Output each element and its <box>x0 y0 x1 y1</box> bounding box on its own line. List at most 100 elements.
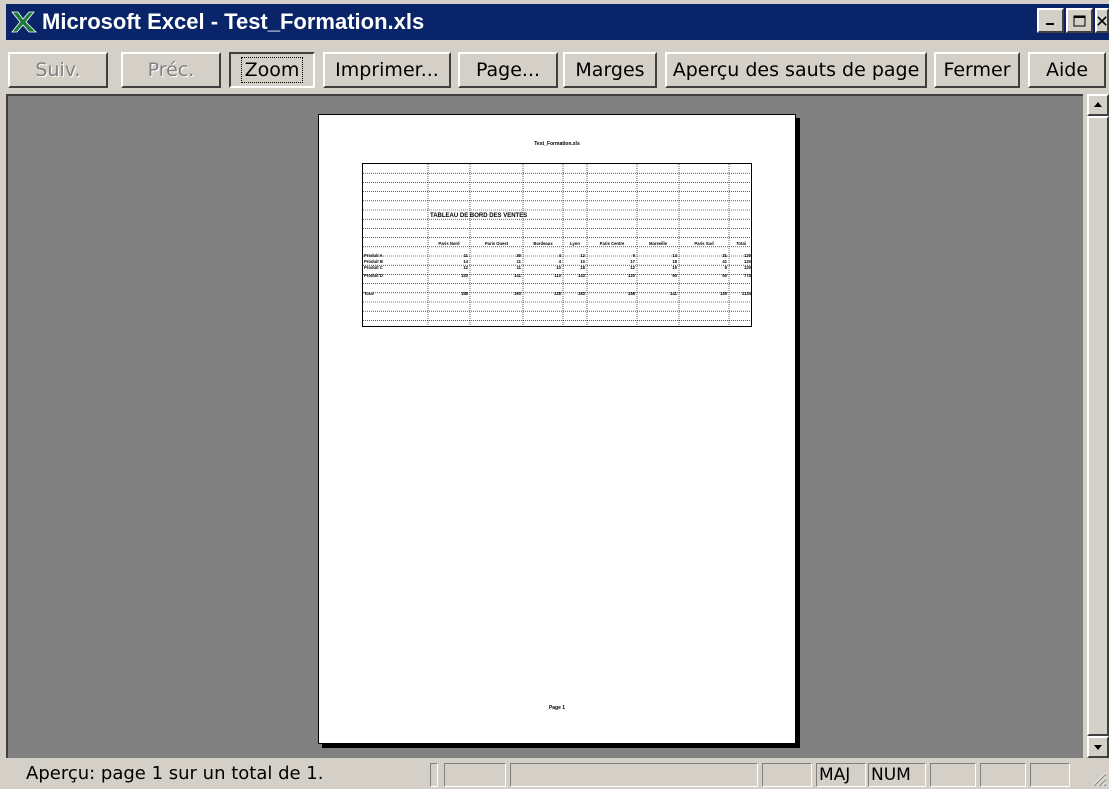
excel-window: Microsoft Excel - Test_Formation.xls Sui… <box>0 0 1109 789</box>
page-break-preview-label: Aperçu des sauts de page <box>672 59 920 81</box>
page-header: Test_Formation.xls <box>534 141 580 147</box>
page-setup-label: Page... <box>475 59 541 81</box>
table-cell: 41 <box>722 259 727 264</box>
next-page-button[interactable]: Suiv. <box>8 52 108 88</box>
table-cell: 12 <box>630 265 635 270</box>
table-cell: 120 <box>744 253 752 258</box>
row-label: Produit B <box>364 259 383 264</box>
table-cell: 193 <box>514 291 522 296</box>
next-page-label: Suiv. <box>35 59 81 81</box>
status-message: Aperçu: page 1 sur un total de 1. <box>26 763 324 784</box>
table-cell: 120 <box>628 273 636 278</box>
row-label: Produit A <box>364 253 383 258</box>
table-cell: 19 <box>672 265 677 270</box>
column-header: Marseille <box>649 241 668 246</box>
scroll-down-arrow-icon[interactable] <box>1087 736 1109 758</box>
table-cell: 120 <box>461 273 469 278</box>
caps-lock-indicator: MAJ <box>816 763 866 787</box>
table-cell: 120 <box>744 265 752 270</box>
row-label: Produit D <box>364 273 383 278</box>
table-cell: 12 <box>463 265 468 270</box>
page-setup-button[interactable]: Page... <box>458 52 558 88</box>
zoom-label: Zoom <box>240 57 304 83</box>
status-bar: Aperçu: page 1 sur un total de 1. MAJ NU… <box>0 760 1109 789</box>
help-button[interactable]: Aide <box>1028 52 1106 88</box>
vertical-scrollbar[interactable] <box>1087 94 1109 758</box>
table-cell: 183 <box>578 291 586 296</box>
resize-grip-icon[interactable] <box>1089 769 1107 787</box>
table-cell: 128 <box>554 291 562 296</box>
close-icon[interactable] <box>1095 8 1109 33</box>
table-cell: 4 <box>559 253 562 258</box>
print-preview-area[interactable]: Test_Formation.xls TABLEAU DE BORD DES V… <box>6 94 1083 758</box>
worksheet-grid: TABLEAU DE BORD DES VENTES Paris Nord Pari… <box>363 164 752 326</box>
print-button[interactable]: Imprimer... <box>323 52 451 88</box>
margins-label: Marges <box>575 59 645 81</box>
table-cell: 11 <box>517 259 522 264</box>
table-cell: 158 <box>461 291 469 296</box>
caps-lock-label: MAJ <box>819 765 851 785</box>
help-label: Aide <box>1045 59 1089 81</box>
table-cell: 9 <box>633 253 636 258</box>
close-preview-button[interactable]: Fermer <box>934 52 1020 88</box>
status-panel <box>762 763 812 787</box>
worksheet-preview: TABLEAU DE BORD DES VENTES Paris Nord Pari… <box>362 163 752 327</box>
page-break-preview-button[interactable]: Aperçu des sauts de page <box>665 52 927 88</box>
previous-page-label: Préc. <box>147 59 195 81</box>
column-header: Bordeaux <box>533 241 553 246</box>
table-cell: 31 <box>722 253 727 258</box>
table-cell: 90 <box>672 273 677 278</box>
table-cell: 10 <box>580 259 585 264</box>
zoom-button[interactable]: Zoom <box>229 52 315 88</box>
table-cell: 18 <box>672 259 677 264</box>
column-header: Paris Sud <box>694 241 714 246</box>
maximize-icon[interactable] <box>1066 8 1093 33</box>
status-panel <box>430 763 438 787</box>
table-cell: 11 <box>464 253 469 258</box>
table-cell: 130 <box>720 291 728 296</box>
table-cell: 10 <box>556 265 561 270</box>
num-lock-indicator: NUM <box>868 763 926 787</box>
window-title: Microsoft Excel - Test_Formation.xls <box>42 9 425 34</box>
table-cell: 14 <box>463 259 468 264</box>
table-cell: 12 <box>580 253 585 258</box>
column-header: Paris Centre <box>600 241 625 246</box>
row-label: Total <box>364 291 374 296</box>
scroll-up-arrow-icon[interactable] <box>1087 94 1109 116</box>
table-cell: 50 <box>722 273 727 278</box>
close-preview-label: Fermer <box>943 59 1011 81</box>
scroll-thumb[interactable] <box>1087 116 1109 736</box>
table-cell: 774 <box>744 273 752 278</box>
table-cell: 11 <box>517 265 522 270</box>
table-cell: 143 <box>578 273 586 278</box>
table-cell: 18 <box>580 265 585 270</box>
margins-button[interactable]: Marges <box>563 52 657 88</box>
table-cell: 158 <box>628 291 636 296</box>
status-panel <box>980 763 1026 787</box>
column-header: Total <box>736 241 746 246</box>
status-panel <box>1030 763 1070 787</box>
title-bar[interactable]: Microsoft Excel - Test_Formation.xls <box>6 4 1109 40</box>
table-cell: 110 <box>554 273 561 278</box>
excel-icon[interactable] <box>6 4 42 40</box>
print-label: Imprimer... <box>335 59 439 81</box>
table-cell: 120 <box>744 259 752 264</box>
preview-page[interactable]: Test_Formation.xls TABLEAU DE BORD DES V… <box>318 114 796 744</box>
table-cell: 30 <box>516 253 521 258</box>
column-header: Lyon <box>570 241 580 246</box>
minimize-icon[interactable] <box>1037 8 1064 33</box>
table-title: TABLEAU DE BORD DES VENTES <box>430 213 527 219</box>
row-label: Produit C <box>364 265 383 270</box>
table-cell: 4 <box>559 259 562 264</box>
table-cell: 17 <box>630 259 635 264</box>
status-panel <box>444 763 506 787</box>
status-panel <box>930 763 976 787</box>
preview-toolbar: Suiv. Préc. Zoom Imprimer... Page... Mar… <box>0 46 1109 94</box>
status-panel <box>510 763 758 787</box>
table-cell: 141 <box>670 291 678 296</box>
previous-page-button[interactable]: Préc. <box>121 52 221 88</box>
column-header: Paris Ouest <box>485 241 509 246</box>
num-lock-label: NUM <box>871 765 911 785</box>
table-cell: 14 <box>672 253 677 258</box>
table-cell: 1134 <box>742 291 752 296</box>
